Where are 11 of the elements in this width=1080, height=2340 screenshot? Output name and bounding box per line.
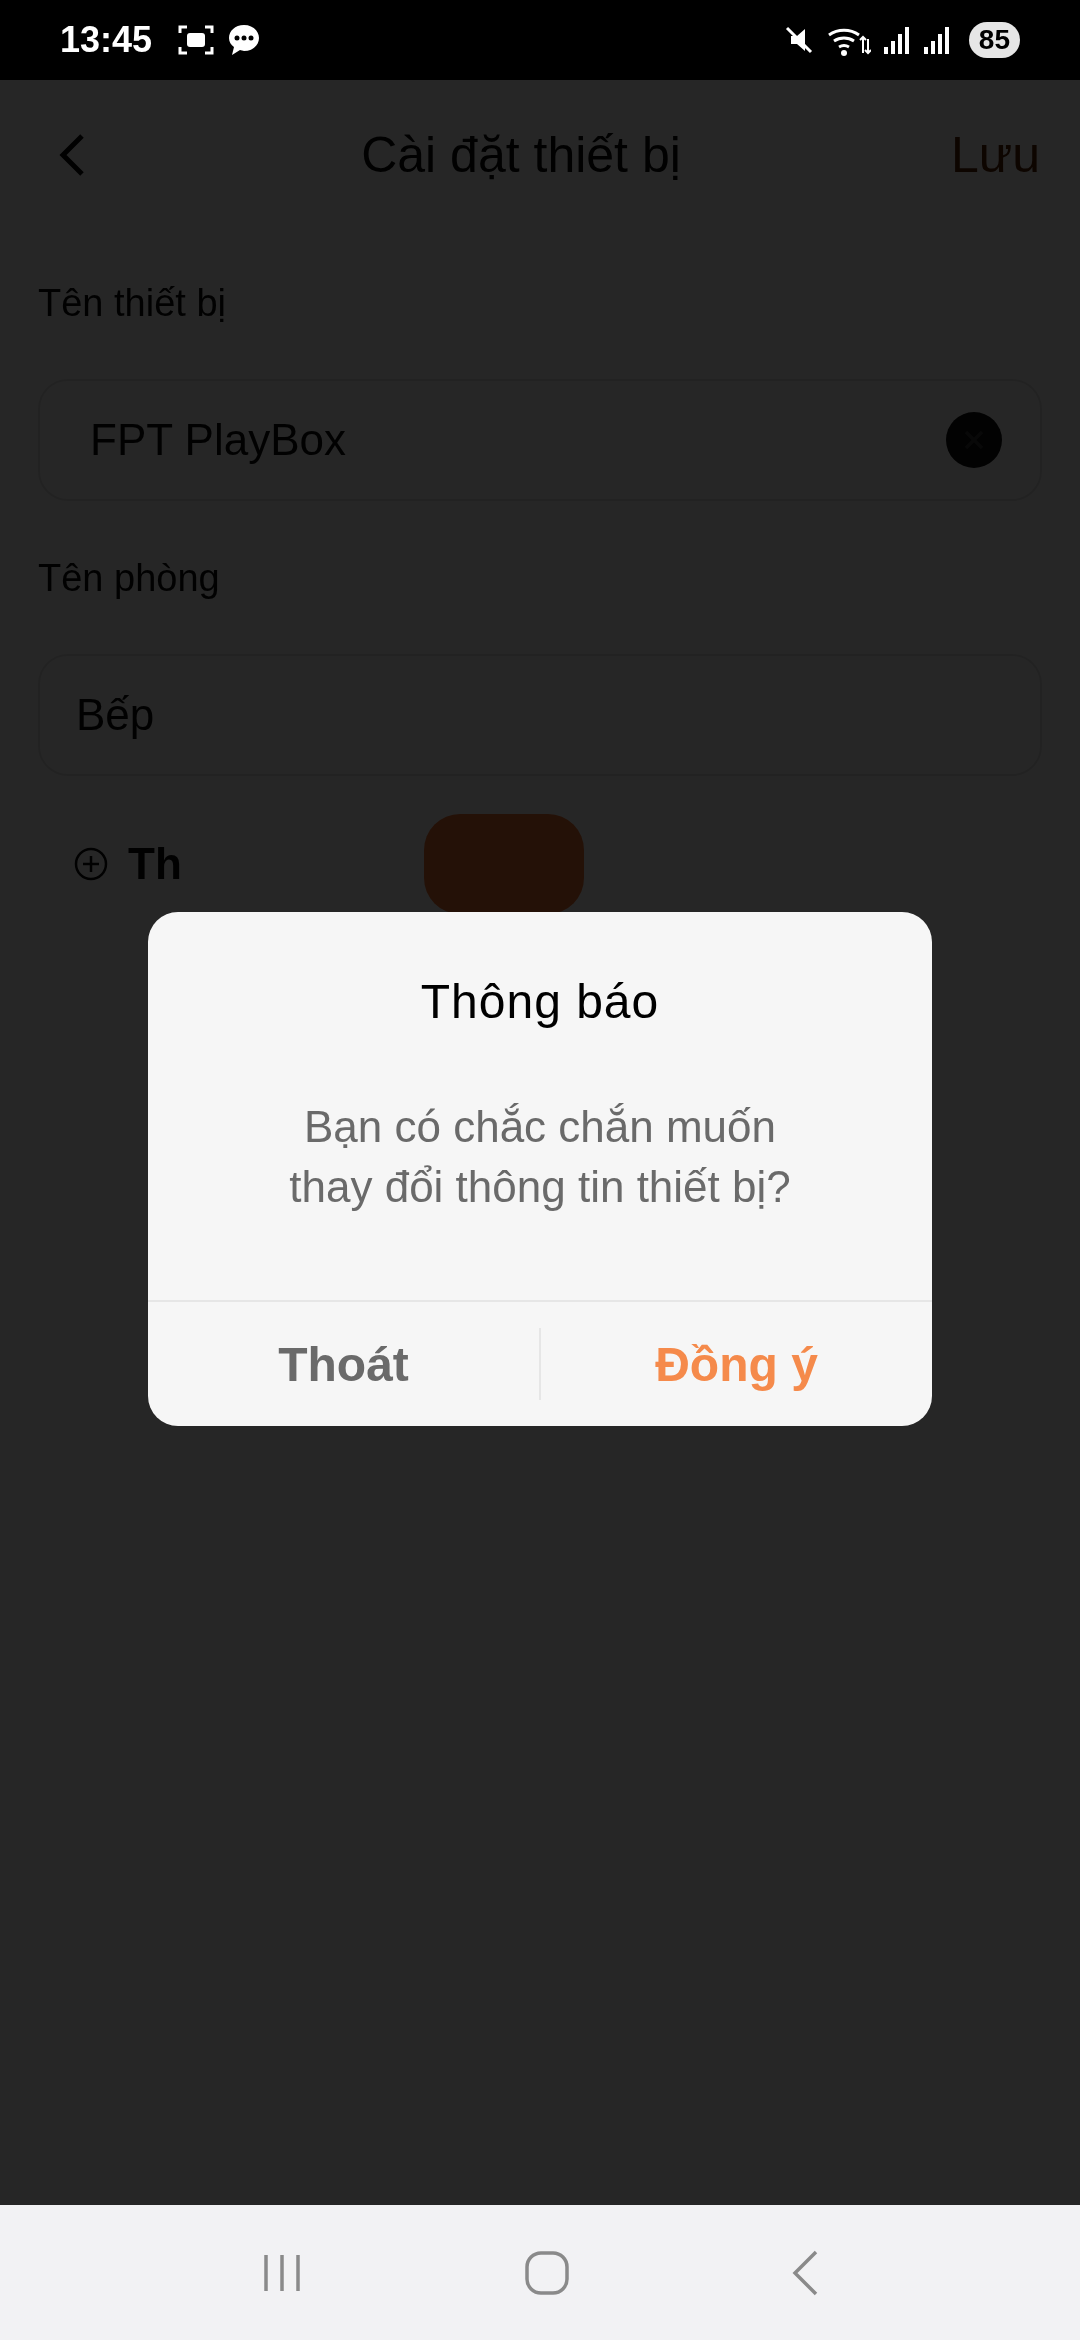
back-nav-icon[interactable] <box>790 2248 820 2297</box>
battery-indicator: 85 <box>968 22 1020 58</box>
screenshot-icon <box>178 23 215 57</box>
signal-icon <box>922 25 951 55</box>
dialog-message: Bạn có chắc chắn muốn thay đổi thông tin thiết bị? <box>288 1101 792 1213</box>
confirm-button[interactable]: Đồng ý <box>541 1302 932 1426</box>
status-time: 13:45 <box>60 19 153 61</box>
signal-icon <box>882 25 911 55</box>
home-icon[interactable] <box>524 2249 570 2296</box>
cancel-button[interactable]: Thoát <box>148 1328 541 1400</box>
dialog-title: Thông báo <box>420 974 660 1029</box>
